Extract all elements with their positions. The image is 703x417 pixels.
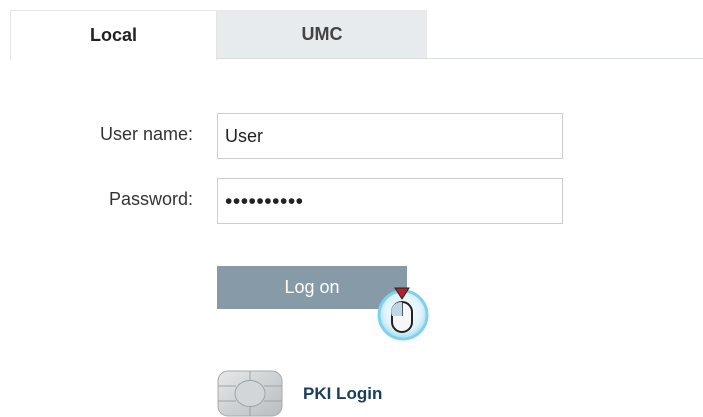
- tab-local-label: Local: [89, 25, 137, 45]
- log-on-label: Log on: [284, 277, 340, 297]
- mouse-click-cursor-icon: [372, 280, 438, 346]
- username-field[interactable]: User: [217, 113, 563, 159]
- tab-local[interactable]: Local: [10, 10, 217, 60]
- login-tab-bar: Local UMC: [0, 0, 703, 62]
- pki-login-link[interactable]: PKI Login: [217, 370, 382, 417]
- password-label: Password:: [108, 189, 193, 209]
- tab-umc[interactable]: UMC: [217, 10, 427, 58]
- smartcard-chip-icon: [217, 370, 283, 417]
- username-value: User: [225, 125, 264, 146]
- tab-divider-line: [217, 58, 703, 59]
- tab-umc-label: UMC: [301, 23, 343, 44]
- password-value: ••••••••••: [225, 189, 304, 213]
- username-label: User name:: [99, 124, 193, 144]
- password-field[interactable]: ••••••••••: [217, 178, 563, 224]
- pki-login-label: PKI Login: [303, 383, 383, 403]
